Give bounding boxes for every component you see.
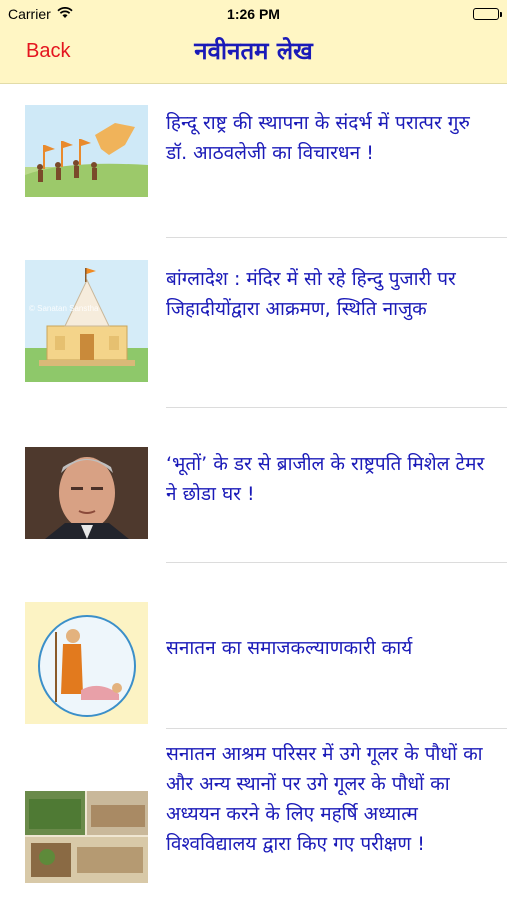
article-title: सनातन का समाजकल्याणकारी कार्य bbox=[166, 637, 413, 659]
hindu-rashtra-procession-image bbox=[25, 105, 148, 197]
page-title: नवीनतम लेख bbox=[194, 37, 313, 65]
list-item[interactable]: ‘भूतों’ के डर से ब्राजील के राष्ट्रपति म… bbox=[0, 408, 507, 563]
article-list[interactable]: हिन्दू राष्ट्र की स्थापना के संदर्भ में … bbox=[0, 84, 507, 900]
navigation-bar: Back नवीनतम लेख bbox=[0, 28, 507, 84]
saint-blessing-image bbox=[25, 602, 148, 724]
plant-study-collage bbox=[25, 791, 148, 883]
watermark-text: © Sanatan Sanstha bbox=[29, 304, 99, 313]
list-item[interactable]: हिन्दू राष्ट्र की स्थापना के संदर्भ में … bbox=[0, 84, 507, 238]
article-title: बांग्लादेश : मंदिर में सो रहे हिन्दु पुज… bbox=[166, 268, 456, 320]
wifi-icon bbox=[57, 6, 73, 22]
list-item[interactable]: सनातन आश्रम परिसर में उगे गूलर के पौधों … bbox=[0, 729, 507, 900]
list-item[interactable]: © Sanatan Sanstha बांग्लादेश : मंदिर में… bbox=[0, 238, 507, 408]
article-title: सनातन आश्रम परिसर में उगे गूलर के पौधों … bbox=[166, 743, 483, 855]
status-time: 1:26 PM bbox=[227, 6, 280, 22]
temple-image: © Sanatan Sanstha bbox=[25, 260, 148, 382]
article-title: ‘भूतों’ के डर से ब्राजील के राष्ट्रपति म… bbox=[166, 453, 485, 505]
president-photo bbox=[25, 447, 148, 539]
article-title: हिन्दू राष्ट्र की स्थापना के संदर्भ में … bbox=[166, 112, 470, 164]
carrier-label: Carrier bbox=[8, 6, 51, 22]
list-item[interactable]: सनातन का समाजकल्याणकारी कार्य bbox=[0, 563, 507, 729]
status-bar: Carrier 1:26 PM bbox=[0, 0, 507, 28]
battery-icon bbox=[473, 8, 502, 20]
